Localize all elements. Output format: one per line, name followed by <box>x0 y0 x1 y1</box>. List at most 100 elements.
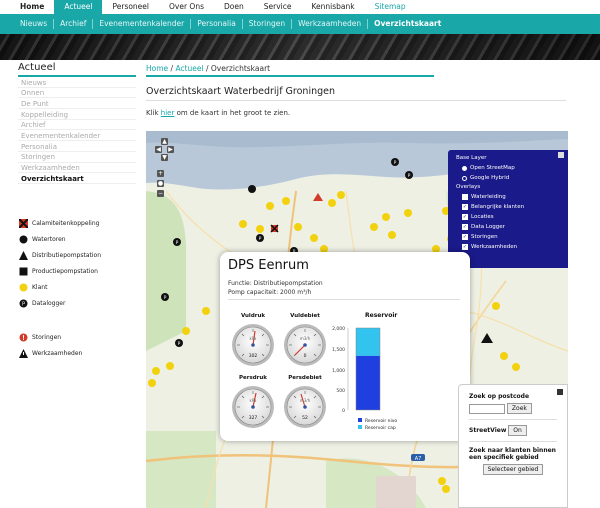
postcode-label: Zoek op postcode <box>469 393 530 400</box>
large-map-link[interactable]: hier <box>161 109 175 117</box>
sidebar-item-koppelleiding[interactable]: Koppelleiding <box>18 109 136 120</box>
overlay-storingen[interactable]: ✓ Storingen <box>456 232 560 242</box>
checkbox-icon[interactable] <box>462 194 468 200</box>
gauge-unit: m3/h <box>300 398 311 403</box>
breadcrumb: Home / Actueel / Overzichtskaart <box>146 64 270 73</box>
nav-actueel[interactable]: Actueel <box>54 0 103 14</box>
zoom-world-icon[interactable]: ● <box>157 180 164 187</box>
sidebar-item-evenementenkalender[interactable]: Evenementenkalender <box>18 130 136 142</box>
legend-storingen: Storingen <box>18 329 136 345</box>
base-layer-openstreetmap[interactable]: Open StreetMap <box>456 163 560 173</box>
gauge-unit: kPa <box>250 336 258 341</box>
radio-icon[interactable] <box>462 165 467 171</box>
minimize-icon[interactable] <box>558 152 564 158</box>
zoek-button[interactable]: Zoek <box>506 403 532 414</box>
legend-label: Calamiteitenkoppeling <box>32 219 100 227</box>
pan-down-icon[interactable]: ▼ <box>161 154 168 161</box>
werkzaamheden-icon <box>18 348 28 358</box>
reservoir-tick: 1,500 <box>332 347 345 353</box>
reservoir-chart: 2,000 1,500 1,000 500 0 Reservoir nivo R… <box>332 326 397 431</box>
checkbox-icon[interactable]: ✓ <box>462 224 468 230</box>
breadcrumb-underline <box>146 75 434 77</box>
popup-gauges: kPa 302 m3/h 0 kPa 327 m3/h 52 2,000 1,5… <box>232 324 397 431</box>
overlay-werkzaamheden[interactable]: ✓ Werkzaamheden <box>456 242 560 252</box>
subnav-evenementenkalender[interactable]: Evenementenkalender <box>93 19 192 29</box>
legend-productiepompstation: Productiepompstation <box>18 263 136 279</box>
checkbox-icon[interactable]: ✓ <box>462 204 468 210</box>
legend-distributiepompstation: Distributiepompstation <box>18 247 136 263</box>
reservoir-tick: 1,000 <box>332 368 345 374</box>
legend-label: Werkzaamheden <box>32 349 83 357</box>
reservoir-tick: 0 <box>342 408 345 414</box>
gauge-persdebiet: m3/h 52 <box>284 386 326 428</box>
breadcrumb-current: Overzichtskaart <box>210 64 271 73</box>
nav-service[interactable]: Service <box>254 0 302 14</box>
gauge-vuldruk: kPa 302 <box>232 324 274 366</box>
sidebar-item-storingen[interactable]: Storingen <box>18 152 136 163</box>
sidebar-item-de-punt[interactable]: De Punt <box>18 98 136 110</box>
sidebar-item-personalia[interactable]: Personalia <box>18 141 136 152</box>
reservoir-cap-bar <box>356 328 380 356</box>
base-layer-google-hybrid[interactable]: Google Hybrid <box>456 173 560 183</box>
postcode-input[interactable] <box>469 404 505 414</box>
subnav-archief[interactable]: Archief <box>54 19 94 29</box>
layer-switcher: Base Layer Open StreetMap Google Hybrid … <box>448 150 568 268</box>
radio-icon[interactable] <box>462 175 467 181</box>
sidebar-item-werkzaamheden[interactable]: Werkzaamheden <box>18 163 136 174</box>
subnav-personalia[interactable]: Personalia <box>191 19 243 29</box>
svg-text:P: P <box>176 240 179 246</box>
selecteer-gebied-button[interactable]: Selecteer gebied <box>482 464 544 475</box>
subnav-nieuws[interactable]: Nieuws <box>14 19 55 29</box>
search-panel: Zoek op postcode Zoek StreetView On Zoek… <box>458 384 568 508</box>
nav-sitemap[interactable]: Sitemap <box>365 0 416 14</box>
gauge-unit: m3/h <box>300 336 311 341</box>
svg-text:A7: A7 <box>415 456 422 462</box>
legend-label: Distributiepompstation <box>32 251 102 259</box>
watertoren-icon <box>18 234 28 244</box>
header-banner-image <box>0 34 600 60</box>
reservoir-tick: 500 <box>336 388 345 394</box>
sidebar-item-nieuws[interactable]: Nieuws <box>18 77 136 88</box>
minimize-icon[interactable] <box>557 389 563 395</box>
overlay-data-logger[interactable]: ✓ Data Logger <box>456 222 560 232</box>
pan-right-icon[interactable]: ▶ <box>167 146 174 153</box>
checkbox-icon[interactable]: ✓ <box>462 234 468 240</box>
breadcrumb-home[interactable]: Home <box>146 64 168 73</box>
sidebar-item-overzichtskaart[interactable]: Overzichtskaart <box>18 173 136 184</box>
subnav-overzichtskaart[interactable]: Overzichtskaart <box>368 19 447 29</box>
layer-label: Open StreetMap <box>470 165 515 171</box>
intro-pre: Klik <box>146 109 161 117</box>
nav-kennisbank[interactable]: Kennisbank <box>301 0 364 14</box>
nav-home[interactable]: Home <box>10 0 54 14</box>
sidebar-item-onnen[interactable]: Onnen <box>18 88 136 99</box>
subnav-storingen[interactable]: Storingen <box>243 19 293 29</box>
nav-over-ons[interactable]: Over Ons <box>159 0 214 14</box>
nav-personeel[interactable]: Personeel <box>102 0 159 14</box>
sub-navigation: Nieuws Archief Evenementenkalender Perso… <box>0 14 600 34</box>
gauge-unit: kPa <box>250 398 258 403</box>
klant-icon <box>18 282 28 292</box>
zoom-in-icon[interactable]: + <box>157 170 164 177</box>
checkbox-icon[interactable]: ✓ <box>462 214 468 220</box>
svg-text:P: P <box>408 173 411 179</box>
sidebar-item-archief[interactable]: Archief <box>18 120 136 131</box>
overlay-belangrijke-klanten[interactable]: ✓ Belangrijke klanten <box>456 202 560 212</box>
nav-doen[interactable]: Doen <box>214 0 254 14</box>
pan-left-icon[interactable]: ◀ <box>155 146 162 153</box>
overlay-locaties[interactable]: ✓ Locaties <box>456 212 560 222</box>
top-navigation: Home Actueel Personeel Over Ons Doen Ser… <box>0 0 600 14</box>
reservoir-legend-cap: Reservoir cap <box>365 425 396 431</box>
station-info-popup: DPS Eenrum Functie: Distributiepompstati… <box>220 252 470 441</box>
breadcrumb-actueel[interactable]: Actueel <box>175 64 203 73</box>
legend-label: Klant <box>32 283 48 291</box>
svg-text:P: P <box>164 295 167 301</box>
calamiteitenkoppeling-icon <box>18 218 28 228</box>
checkbox-icon[interactable]: ✓ <box>462 244 468 250</box>
subnav-werkzaamheden[interactable]: Werkzaamheden <box>292 19 369 29</box>
reservoir-nivo-bar <box>356 355 380 410</box>
zoom-out-icon[interactable]: − <box>157 190 164 197</box>
streetview-on-button[interactable]: On <box>508 425 527 436</box>
overlay-waterleiding[interactable]: Waterleiding <box>456 192 560 202</box>
intro-post: om de kaart in het groot te zien. <box>174 109 291 117</box>
pan-up-icon[interactable]: ▲ <box>161 138 168 145</box>
